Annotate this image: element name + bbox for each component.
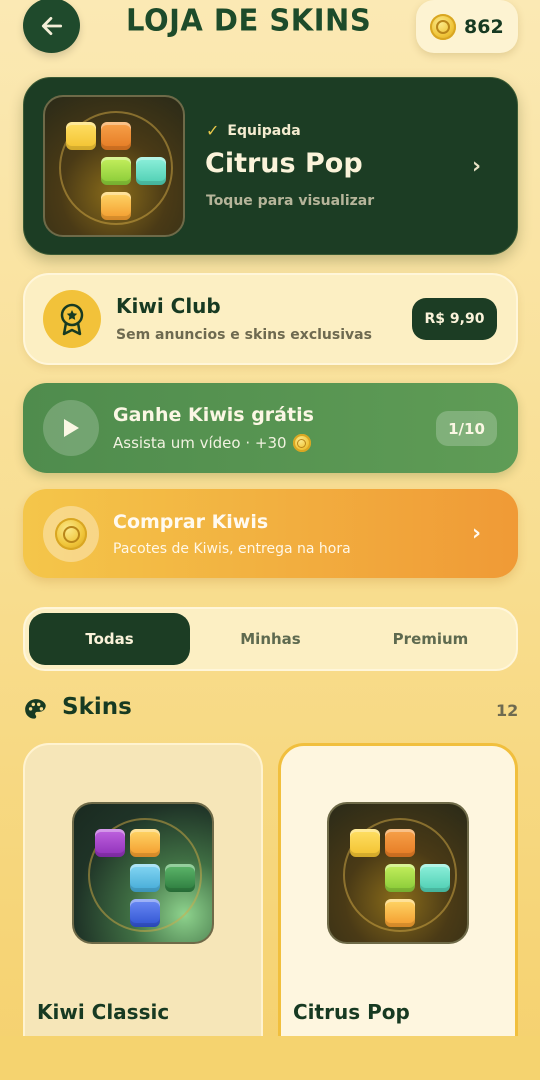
award-icon: [43, 290, 101, 348]
skin-name-kiwi-classic: Kiwi Classic: [37, 1000, 170, 1024]
equipped-badge: ✓ Equipada: [206, 121, 301, 140]
tab-todas[interactable]: Todas: [29, 613, 190, 665]
free-kiwis-progress: 1/10: [436, 411, 497, 446]
tab-premium[interactable]: Premium: [350, 613, 511, 665]
free-kiwis-title: Ganhe Kiwis grátis: [113, 404, 314, 426]
skin-preview-kiwi-classic: [72, 802, 214, 944]
chevron-right-icon: ›: [472, 521, 482, 546]
coin-icon: [43, 506, 99, 562]
skin-preview-citrus-pop: [327, 802, 469, 944]
kiwi-club-price-button[interactable]: R$ 9,90: [412, 298, 497, 340]
coin-icon: [430, 13, 456, 40]
kiwi-club-subtitle: Sem anuncios e skins exclusivas: [116, 327, 372, 343]
skins-count: 12: [496, 701, 519, 720]
page-title: LOJA DE SKINS: [126, 2, 372, 38]
equipped-skin-name: Citrus Pop: [205, 148, 363, 179]
tab-minhas[interactable]: Minhas: [190, 613, 351, 665]
check-icon: ✓: [206, 121, 220, 140]
palette-icon: [25, 699, 46, 719]
buy-kiwis-subtitle: Pacotes de Kiwis, entrega na hora: [113, 541, 351, 557]
equipped-skin-preview: [43, 95, 185, 237]
free-kiwis-subtitle: Assista um vídeo · +30: [113, 434, 311, 452]
skins-section-title: Skins: [62, 694, 132, 720]
equipped-skin-hint: Toque para visualizar: [206, 193, 375, 209]
chevron-right-icon: ›: [472, 154, 482, 179]
back-button[interactable]: [23, 0, 80, 53]
arrow-left-icon: [41, 16, 62, 35]
buy-kiwis-title: Comprar Kiwis: [113, 511, 269, 533]
coin-icon: [292, 434, 311, 452]
coin-balance[interactable]: 862: [416, 0, 518, 53]
kiwi-club-title: Kiwi Club: [116, 294, 221, 318]
play-icon: [43, 400, 99, 456]
coin-balance-value: 862: [464, 15, 504, 38]
skin-name-citrus-pop: Citrus Pop: [293, 1000, 410, 1024]
bottom-bar: [0, 1036, 540, 1080]
